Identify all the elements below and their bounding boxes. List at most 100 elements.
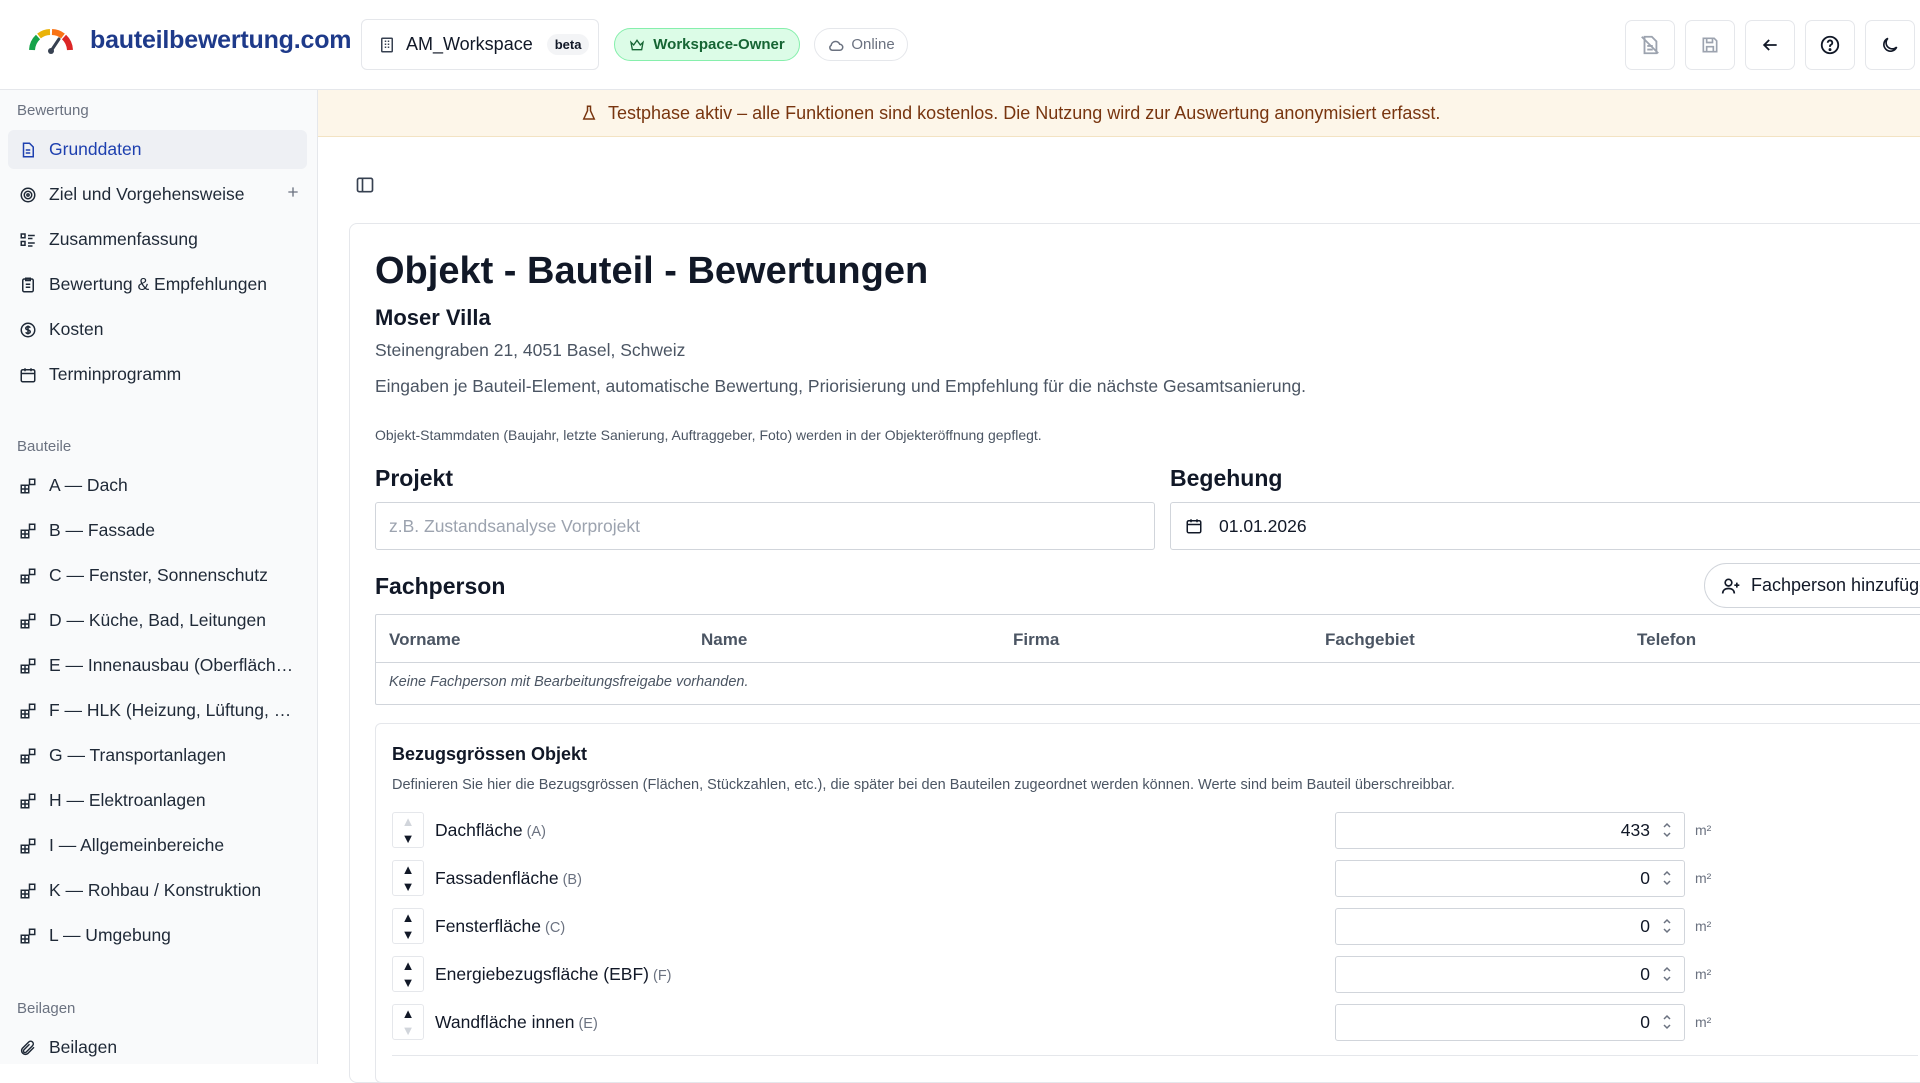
user-plus-icon xyxy=(1721,578,1740,594)
move-down-button[interactable]: ▼ xyxy=(393,1022,423,1039)
reorder-control[interactable]: ▲ ▼ xyxy=(392,908,424,944)
sidebar-item-allgemeinbereiche[interactable]: I — Allgemeinbereiche xyxy=(8,826,307,865)
sidebar-item-label: L — Umgebung xyxy=(49,925,171,945)
role-label: Workspace-Owner xyxy=(653,36,785,53)
row-label: Fensterfläche (C) xyxy=(435,916,565,937)
blocks-icon xyxy=(18,791,38,811)
sidebar-item-kueche-bad[interactable]: D — Küche, Bad, Leitungen xyxy=(8,601,307,640)
spinner-icon[interactable] xyxy=(1662,917,1672,935)
sidebar-item-hlk[interactable]: F — HLK (Heizung, Lüftung, … xyxy=(8,691,307,730)
blocks-icon xyxy=(18,836,38,856)
sidebar-item-label: I — Allgemeinbereiche xyxy=(49,835,225,855)
value-input[interactable]: 433 xyxy=(1335,812,1685,849)
sidebar-item-rohbau[interactable]: K — Rohbau / Konstruktion xyxy=(8,871,307,910)
brand-name: bauteilbewertung.com xyxy=(90,26,352,54)
reorder-control[interactable]: ▲ ▼ xyxy=(392,860,424,896)
add-fachperson-button[interactable]: Fachperson hinzufüge xyxy=(1704,563,1920,608)
back-button[interactable] xyxy=(1745,20,1795,70)
panel-left-icon xyxy=(356,177,374,193)
bezugsgroessen-panel: Bezugsgrössen Objekt Definieren Sie hier… xyxy=(375,723,1920,1083)
crown-icon xyxy=(630,38,645,50)
value-text: 0 xyxy=(1640,964,1650,984)
sidebar-item-label: A — Dach xyxy=(49,475,128,495)
value-input[interactable]: 0 xyxy=(1335,860,1685,897)
reorder-control[interactable]: ▲ ▼ xyxy=(392,1004,424,1040)
workspace-selector[interactable]: AM_Workspace beta xyxy=(361,19,599,70)
sidebar-item-kosten[interactable]: Kosten xyxy=(8,310,307,349)
gauge-logo-icon xyxy=(29,28,73,54)
value-input[interactable]: 0 xyxy=(1335,1004,1685,1041)
move-down-button[interactable]: ▼ xyxy=(393,830,423,847)
blocks-icon xyxy=(18,746,38,766)
theme-toggle-button[interactable] xyxy=(1865,20,1915,70)
sidebar-item-fassade[interactable]: B — Fassade xyxy=(8,511,307,550)
sidebar-item-ziel[interactable]: Ziel und Vorgehensweise xyxy=(8,175,307,214)
move-up-button[interactable]: ▲ xyxy=(393,909,423,926)
blocks-icon xyxy=(18,476,38,496)
sidebar-item-terminprogramm[interactable]: Terminprogramm xyxy=(8,355,307,394)
value-input[interactable]: 0 xyxy=(1335,956,1685,993)
reorder-control[interactable]: ▲ ▼ xyxy=(392,812,424,848)
sidebar-item-label: F — HLK (Heizung, Lüftung, … xyxy=(49,700,292,720)
row-label-text: Wandfläche innen xyxy=(435,1012,575,1032)
sidebar-item-beilagen[interactable]: Beilagen xyxy=(8,1028,307,1067)
column-header[interactable]: Telefon xyxy=(1637,630,1696,650)
sidebar-toggle-button[interactable] xyxy=(355,175,375,195)
column-header[interactable]: Name xyxy=(701,630,747,650)
sidebar-item-umgebung[interactable]: L — Umgebung xyxy=(8,916,307,955)
row-code: (B) xyxy=(562,872,582,888)
status-label: Online xyxy=(851,36,895,53)
column-header[interactable]: Fachgebiet xyxy=(1325,630,1415,650)
help-button[interactable] xyxy=(1805,20,1855,70)
brand-logo[interactable]: bauteilbewertung.com xyxy=(28,26,352,55)
projekt-input[interactable]: z.B. Zustandsanalyse Vorprojekt xyxy=(375,502,1155,550)
move-up-button[interactable]: ▲ xyxy=(393,1005,423,1022)
sidebar-item-label: B — Fassade xyxy=(49,520,156,540)
sidebar-item-label: Zusammenfassung xyxy=(49,229,198,249)
move-up-button[interactable]: ▲ xyxy=(393,813,423,830)
blocks-icon xyxy=(18,521,38,541)
reorder-control[interactable]: ▲ ▼ xyxy=(392,956,424,992)
column-header[interactable]: Firma xyxy=(1013,630,1059,650)
trial-banner: Testphase aktiv – alle Funktionen sind k… xyxy=(318,90,1920,137)
spinner-icon[interactable] xyxy=(1662,869,1672,887)
column-header[interactable]: Vorname xyxy=(389,630,461,650)
bezugsgroesse-row: ▲ ▼ Wandfläche innen (E) 0 m² xyxy=(392,1004,1920,1041)
bezugsgroessen-description: Definieren Sie hier die Bezugsgrössen (F… xyxy=(392,777,1455,793)
paperclip-icon xyxy=(18,1038,38,1058)
spinner-icon[interactable] xyxy=(1662,965,1672,983)
move-down-button[interactable]: ▼ xyxy=(393,878,423,895)
move-up-button[interactable]: ▲ xyxy=(393,861,423,878)
workspace-name: AM_Workspace xyxy=(406,34,533,54)
sidebar-item-label: Kosten xyxy=(49,319,104,339)
move-up-button[interactable]: ▲ xyxy=(393,957,423,974)
blocks-icon xyxy=(18,926,38,946)
bezugsgroesse-row: ▲ ▼ Energiebezugsfläche (EBF) (F) 0 m² xyxy=(392,956,1920,993)
move-down-button[interactable]: ▼ xyxy=(393,926,423,943)
sidebar-item-innenausbau[interactable]: E — Innenausbau (Oberfläch… xyxy=(8,646,307,685)
sidebar-item-fenster[interactable]: C — Fenster, Sonnenschutz xyxy=(8,556,307,595)
spinner-icon[interactable] xyxy=(1662,1013,1672,1031)
beta-badge: beta xyxy=(546,34,590,55)
sidebar-item-label: Grunddaten xyxy=(49,139,142,159)
sidebar-item-elektroanlagen[interactable]: H — Elektroanlagen xyxy=(8,781,307,820)
sidebar-item-dach[interactable]: A — Dach xyxy=(8,466,307,505)
row-code: (F) xyxy=(653,968,672,984)
begehung-label: Begehung xyxy=(1170,465,1283,491)
spinner-icon[interactable] xyxy=(1662,821,1672,839)
save-icon xyxy=(1702,37,1718,53)
move-down-button[interactable]: ▼ xyxy=(393,974,423,991)
sidebar-item-label: K — Rohbau / Konstruktion xyxy=(49,880,262,900)
plus-icon[interactable] xyxy=(285,184,301,200)
sidebar-item-bewertung-empfehlungen[interactable]: Bewertung & Empfehlungen xyxy=(8,265,307,304)
value-input[interactable]: 0 xyxy=(1335,908,1685,945)
begehung-date-field[interactable]: 01.01.2026 xyxy=(1170,502,1920,550)
value-text: 433 xyxy=(1620,820,1650,840)
unit-label: m² xyxy=(1695,822,1712,838)
sidebar-item-label: H — Elektroanlagen xyxy=(49,790,206,810)
sidebar-item-grunddaten[interactable]: Grunddaten xyxy=(8,130,307,169)
sidebar-item-transportanlagen[interactable]: G — Transportanlagen xyxy=(8,736,307,775)
disable-file-button[interactable] xyxy=(1625,20,1675,70)
save-button[interactable] xyxy=(1685,20,1735,70)
sidebar-item-zusammenfassung[interactable]: Zusammenfassung xyxy=(8,220,307,259)
